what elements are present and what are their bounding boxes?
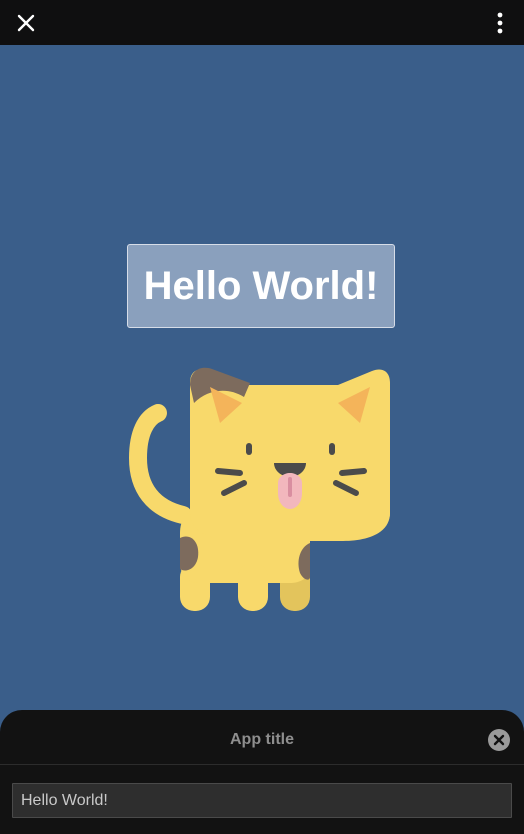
hello-text: Hello World! xyxy=(143,264,379,308)
cat-tongue-line xyxy=(288,477,292,497)
cat-tail xyxy=(128,404,192,524)
circle-close-icon[interactable] xyxy=(487,728,511,752)
preview-stage: Hello World! xyxy=(0,45,524,745)
more-options-button[interactable] xyxy=(484,5,516,41)
app-window: Hello World! App title Hello World! xyxy=(0,0,524,834)
hello-text-box[interactable]: Hello World! xyxy=(127,244,395,328)
bottom-sheet: App title xyxy=(0,710,524,834)
top-bar xyxy=(0,0,524,45)
sheet-divider xyxy=(0,764,524,765)
cat-leg-front xyxy=(238,563,268,611)
vertical-dots-icon xyxy=(497,12,503,34)
cat-eye-right xyxy=(329,443,335,455)
cat-eye-left xyxy=(246,443,252,455)
hello-text-input[interactable] xyxy=(12,783,512,818)
sheet-title: App title xyxy=(230,731,294,748)
cat-illustration xyxy=(128,367,390,611)
close-icon xyxy=(17,14,35,32)
close-button[interactable] xyxy=(6,3,46,43)
